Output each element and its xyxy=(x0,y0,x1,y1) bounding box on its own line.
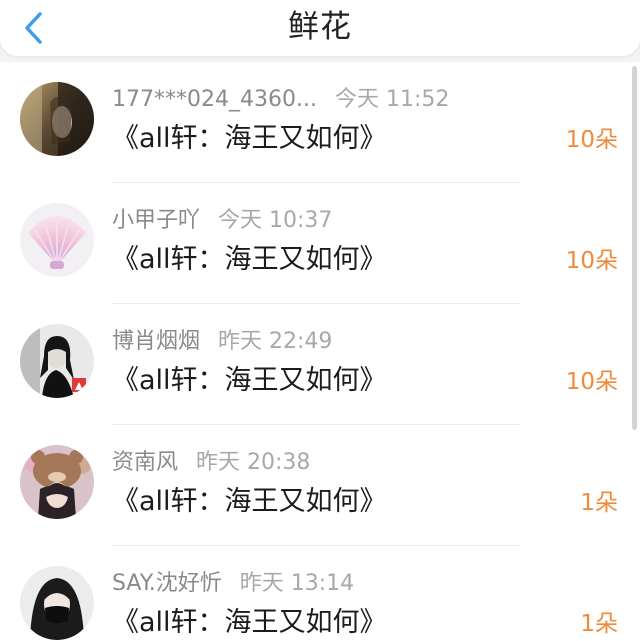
user-name[interactable]: 资南风 xyxy=(112,450,178,475)
book-title[interactable]: 《all轩：海王又如何》 xyxy=(112,483,387,521)
flower-count: 10朵 xyxy=(565,248,618,274)
timestamp: 昨天 13:14 xyxy=(239,571,355,596)
timestamp: 昨天 20:38 xyxy=(196,450,311,475)
avatar[interactable] xyxy=(20,324,94,398)
list-item[interactable]: SAY.沈好忻 昨天 13:14 《all轩：海王又如何》 1朵 xyxy=(0,546,640,641)
meta-line: 资南风 昨天 20:38 xyxy=(112,449,310,477)
avatar[interactable] xyxy=(20,445,94,519)
book-title[interactable]: 《all轩：海王又如何》 xyxy=(112,362,387,400)
list-item[interactable]: 博肖烟烟 昨天 22:49 《all轩：海王又如何》 10朵 xyxy=(0,304,640,425)
flower-count: 10朵 xyxy=(565,127,618,153)
list-item[interactable]: 小甲子吖 今天 10:37 《all轩：海王又如何》 10朵 xyxy=(0,183,640,304)
page-title: 鲜花 xyxy=(288,9,352,45)
scrollbar[interactable] xyxy=(632,66,637,430)
screen: 鲜花 177***024_4360... 今天 11:52 《all轩：海王又如… xyxy=(0,0,640,641)
header-bar: 鲜花 xyxy=(0,0,640,56)
book-title[interactable]: 《all轩：海王又如何》 xyxy=(112,604,387,641)
avatar[interactable] xyxy=(20,82,94,156)
list-item[interactable]: 资南风 昨天 20:38 《all轩：海王又如何》 1朵 xyxy=(0,425,640,546)
flower-list: 177***024_4360... 今天 11:52 《all轩：海王又如何》 1… xyxy=(0,62,640,641)
timestamp: 今天 11:52 xyxy=(334,87,450,112)
list-item[interactable]: 177***024_4360... 今天 11:52 《all轩：海王又如何》 1… xyxy=(0,62,640,183)
meta-line: 小甲子吖 今天 10:37 xyxy=(112,207,332,235)
timestamp: 昨天 22:49 xyxy=(218,329,333,354)
flower-count: 1朵 xyxy=(580,611,618,637)
user-name[interactable]: SAY.沈好忻 xyxy=(112,571,222,596)
book-title[interactable]: 《all轩：海王又如何》 xyxy=(112,241,387,279)
flower-count: 10朵 xyxy=(565,369,618,395)
user-name[interactable]: 博肖烟烟 xyxy=(112,329,200,354)
book-title[interactable]: 《all轩：海王又如何》 xyxy=(112,120,387,158)
meta-line: 177***024_4360... 今天 11:52 xyxy=(112,86,449,114)
meta-line: 博肖烟烟 昨天 22:49 xyxy=(112,328,332,356)
timestamp: 今天 10:37 xyxy=(218,208,333,233)
meta-line: SAY.沈好忻 昨天 13:14 xyxy=(112,570,354,598)
user-name[interactable]: 177***024_4360... xyxy=(112,87,317,112)
flower-count: 1朵 xyxy=(580,490,618,516)
user-name[interactable]: 小甲子吖 xyxy=(112,208,200,233)
avatar[interactable] xyxy=(20,566,94,640)
avatar[interactable] xyxy=(20,203,94,277)
